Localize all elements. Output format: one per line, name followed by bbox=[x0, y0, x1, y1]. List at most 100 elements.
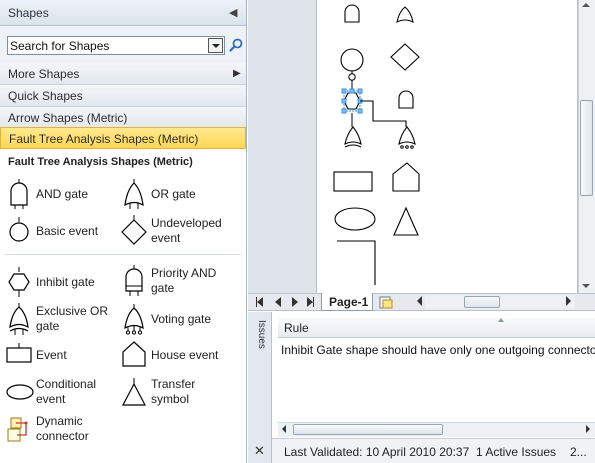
shape-transfer-symbol[interactable]: Transfer symbol bbox=[121, 377, 241, 407]
canvas-undeveloped-event bbox=[390, 43, 420, 71]
shape-label-line2: connector bbox=[36, 429, 89, 443]
shape-label-line2: gate bbox=[36, 319, 60, 333]
insert-page-icon[interactable] bbox=[377, 296, 395, 309]
or-gate-icon bbox=[124, 179, 144, 209]
dynamic-connector-icon bbox=[7, 417, 28, 442]
search-input[interactable] bbox=[10, 37, 206, 54]
drawing-page[interactable] bbox=[316, 0, 578, 293]
shape-label: Event bbox=[36, 348, 67, 362]
first-page-icon[interactable] bbox=[257, 297, 263, 307]
shape-exclusive-or-gate[interactable]: Exclusive OR gate bbox=[6, 302, 114, 335]
shape-label: Voting gate bbox=[151, 312, 212, 326]
column-header-rule[interactable]: Rule bbox=[278, 318, 595, 338]
undeveloped-event-icon bbox=[121, 215, 147, 245]
more-shapes-button[interactable]: More Shapes ▶ bbox=[0, 63, 246, 85]
stencil-arrow-shapes[interactable]: Arrow Shapes (Metric) bbox=[0, 107, 246, 129]
search-dropdown-button[interactable] bbox=[208, 38, 223, 53]
shape-label-line1: Undeveloped bbox=[151, 216, 222, 230]
canvas-exclusive-or-gate bbox=[344, 126, 362, 145]
canvas-connector bbox=[337, 240, 376, 285]
table-row[interactable]: Inhibit Gate shape should have only one … bbox=[278, 341, 595, 359]
shape-label-line1: Priority AND bbox=[151, 266, 217, 280]
canvas-basic-event bbox=[340, 48, 364, 72]
first-page-bar-icon bbox=[256, 297, 257, 307]
last-page-bar-icon bbox=[313, 297, 314, 307]
canvas-priority-and-gate bbox=[398, 90, 414, 109]
collapse-panel-icon[interactable]: ◀ bbox=[229, 6, 237, 19]
canvas-transfer-symbol bbox=[393, 206, 419, 236]
transfer-symbol-icon bbox=[122, 378, 146, 406]
search-icon[interactable] bbox=[229, 38, 243, 52]
shape-inhibit-gate[interactable]: Inhibit gate bbox=[6, 266, 114, 297]
next-page-icon[interactable] bbox=[292, 297, 298, 307]
house-event-icon bbox=[122, 341, 146, 367]
previous-page-icon[interactable] bbox=[275, 297, 281, 307]
shape-label-line1: Transfer bbox=[151, 377, 196, 391]
scroll-down-icon[interactable] bbox=[582, 284, 590, 288]
shape-and-gate[interactable]: AND gate bbox=[6, 178, 114, 209]
shape-label-line2: event bbox=[151, 231, 181, 245]
scroll-left-icon[interactable] bbox=[417, 296, 422, 306]
and-gate-icon bbox=[10, 179, 28, 209]
conditional-event-icon bbox=[6, 384, 34, 400]
shape-undeveloped-event[interactable]: Undeveloped event bbox=[121, 214, 241, 246]
canvas-house-event bbox=[392, 162, 420, 192]
canvas-conditional-event bbox=[334, 207, 376, 231]
issues-horizontal-scroll-thumb[interactable] bbox=[293, 424, 443, 435]
shape-label: Inhibit gate bbox=[36, 275, 95, 289]
search-row bbox=[0, 26, 246, 64]
stencil-quick-shapes[interactable]: Quick Shapes bbox=[0, 85, 246, 107]
shape-voting-gate[interactable]: Voting gate bbox=[121, 303, 241, 335]
status-extra: 2... bbox=[570, 445, 587, 459]
canvas-and-gate bbox=[344, 4, 360, 23]
scroll-right-icon[interactable] bbox=[586, 425, 590, 433]
canvas-voting-gate bbox=[398, 126, 416, 145]
shape-label: Transfer symbol bbox=[151, 377, 195, 407]
event-icon bbox=[6, 343, 32, 363]
shape-label-line2: symbol bbox=[151, 392, 190, 406]
shape-label: Undeveloped event bbox=[151, 216, 222, 246]
canvas-event bbox=[333, 171, 373, 192]
shape-label-line2: event bbox=[36, 392, 66, 406]
shape-label: OR gate bbox=[151, 187, 196, 201]
tab-page-1[interactable]: Page-1 bbox=[321, 293, 373, 311]
stencil-label: Fault Tree Analysis Shapes (Metric) bbox=[9, 132, 199, 146]
horizontal-scrollbar[interactable] bbox=[425, 295, 575, 309]
chevron-right-icon: ▶ bbox=[233, 68, 241, 79]
shape-label: Dynamic connector bbox=[36, 414, 89, 444]
shape-dynamic-connector[interactable]: Dynamic connector bbox=[6, 414, 114, 444]
shape-label-line1: Conditional bbox=[36, 377, 97, 391]
stencil-label: Quick Shapes bbox=[8, 89, 83, 103]
chevron-down-icon bbox=[212, 44, 220, 48]
shape-priority-and-gate[interactable]: Priority AND gate bbox=[121, 264, 241, 296]
voting-gate-icon bbox=[124, 304, 144, 335]
shape-label: Conditional event bbox=[36, 377, 96, 407]
shape-house-event[interactable]: House event bbox=[121, 340, 241, 370]
inhibit-gate-icon bbox=[8, 267, 30, 297]
horizontal-scroll-thumb[interactable] bbox=[464, 296, 500, 308]
shape-label-line1: Dynamic bbox=[36, 414, 83, 428]
shape-label: Basic event bbox=[36, 224, 99, 238]
page-tab-label: Page-1 bbox=[329, 295, 369, 309]
exclusive-or-gate-icon bbox=[9, 303, 29, 335]
canvas-or-gate bbox=[396, 6, 414, 23]
scroll-left-icon[interactable] bbox=[282, 425, 286, 433]
shape-conditional-event[interactable]: Conditional event bbox=[6, 377, 114, 407]
vertical-scroll-thumb[interactable] bbox=[580, 100, 593, 196]
scroll-up-icon[interactable] bbox=[582, 3, 590, 7]
last-validated-text: Last Validated: 10 April 2010 20:37 bbox=[284, 445, 470, 459]
shape-label: House event bbox=[151, 348, 219, 362]
stencil-title: Fault Tree Analysis Shapes (Metric) bbox=[8, 156, 193, 168]
shape-or-gate[interactable]: OR gate bbox=[121, 178, 241, 209]
active-issues-count: 1 Active Issues bbox=[476, 445, 557, 459]
stencil-fault-tree[interactable]: Fault Tree Analysis Shapes (Metric) bbox=[0, 127, 246, 149]
column-header-label: Rule bbox=[284, 321, 309, 335]
shape-label: Priority AND gate bbox=[151, 266, 216, 296]
close-icon[interactable]: ✕ bbox=[254, 443, 265, 459]
shape-basic-event[interactable]: Basic event bbox=[6, 216, 114, 246]
shape-event[interactable]: Event bbox=[6, 342, 114, 372]
scroll-right-icon[interactable] bbox=[566, 296, 571, 306]
divider bbox=[5, 254, 241, 255]
shape-label-line2: gate bbox=[151, 281, 175, 295]
issue-rule-text: Inhibit Gate shape should have only one … bbox=[281, 343, 595, 357]
